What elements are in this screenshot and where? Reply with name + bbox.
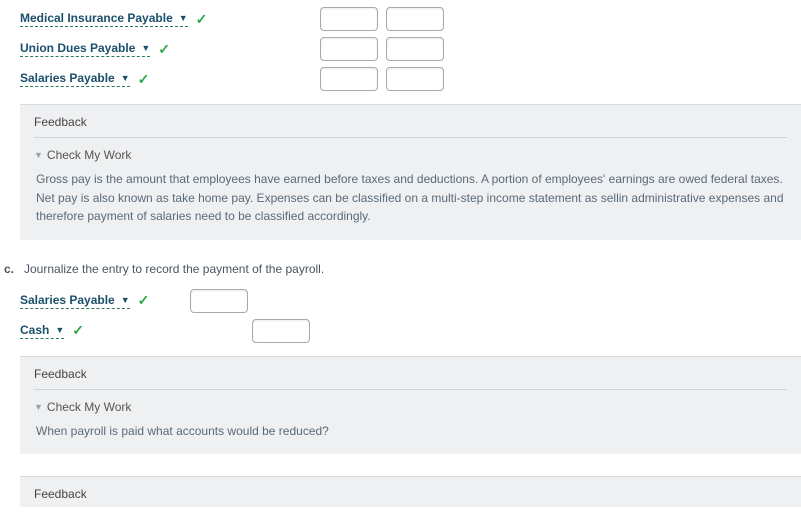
debit-input[interactable]	[320, 7, 378, 31]
journal-row: Medical Insurance Payable ▼ ✓	[20, 8, 801, 30]
part-c-prompt: c. Journalize the entry to record the pa…	[4, 262, 801, 276]
credit-input[interactable]	[252, 319, 310, 343]
account-dropdown-union-dues-payable[interactable]: Union Dues Payable ▼	[20, 41, 150, 57]
triangle-down-icon: ▼	[34, 402, 43, 412]
dropdown-label: Salaries Payable	[20, 71, 115, 85]
feedback-title: Feedback	[34, 367, 787, 390]
account-dropdown-salaries-payable-top[interactable]: Salaries Payable ▼	[20, 71, 130, 87]
feedback-title: Feedback	[34, 487, 787, 501]
correct-check-icon: ✓	[72, 322, 84, 339]
debit-input[interactable]	[320, 37, 378, 61]
debit-input[interactable]	[190, 289, 248, 313]
correct-check-icon: ✓	[158, 41, 170, 58]
credit-input[interactable]	[386, 67, 444, 91]
check-my-work-label: Check My Work	[47, 148, 131, 162]
debit-input[interactable]	[320, 67, 378, 91]
feedback-panel: Feedback ▼ Check My Work Gross pay is th…	[20, 104, 801, 240]
credit-input[interactable]	[386, 37, 444, 61]
journal-row: Salaries Payable ▼ ✓	[20, 68, 801, 90]
correct-check-icon: ✓	[138, 292, 150, 309]
credit-input[interactable]	[386, 7, 444, 31]
chevron-down-icon: ▼	[179, 13, 188, 23]
feedback-title: Feedback	[34, 115, 787, 138]
account-dropdown-medical-insurance-payable[interactable]: Medical Insurance Payable ▼	[20, 11, 188, 27]
journal-row: Cash ▼ ✓	[20, 320, 801, 342]
feedback-body: When payroll is paid what accounts would…	[34, 422, 787, 441]
chevron-down-icon: ▼	[121, 73, 130, 83]
chevron-down-icon: ▼	[141, 43, 150, 53]
correct-check-icon: ✓	[138, 71, 150, 88]
part-text: Journalize the entry to record the payme…	[24, 262, 324, 276]
check-my-work-toggle[interactable]: ▼ Check My Work	[34, 400, 787, 414]
dropdown-label: Medical Insurance Payable	[20, 11, 173, 25]
dropdown-label: Cash	[20, 323, 49, 337]
part-letter: c.	[4, 262, 24, 276]
feedback-panel: Feedback	[20, 476, 801, 507]
dropdown-label: Salaries Payable	[20, 293, 115, 307]
account-dropdown-cash[interactable]: Cash ▼	[20, 323, 64, 339]
chevron-down-icon: ▼	[121, 295, 130, 305]
triangle-down-icon: ▼	[34, 150, 43, 160]
check-my-work-label: Check My Work	[47, 400, 131, 414]
feedback-panel: Feedback ▼ Check My Work When payroll is…	[20, 356, 801, 455]
chevron-down-icon: ▼	[55, 325, 64, 335]
check-my-work-toggle[interactable]: ▼ Check My Work	[34, 148, 787, 162]
journal-row: Salaries Payable ▼ ✓	[20, 290, 801, 312]
dropdown-label: Union Dues Payable	[20, 41, 135, 55]
feedback-body: Gross pay is the amount that employees h…	[34, 170, 787, 226]
journal-row: Union Dues Payable ▼ ✓	[20, 38, 801, 60]
correct-check-icon: ✓	[196, 11, 208, 28]
account-dropdown-salaries-payable[interactable]: Salaries Payable ▼	[20, 293, 130, 309]
